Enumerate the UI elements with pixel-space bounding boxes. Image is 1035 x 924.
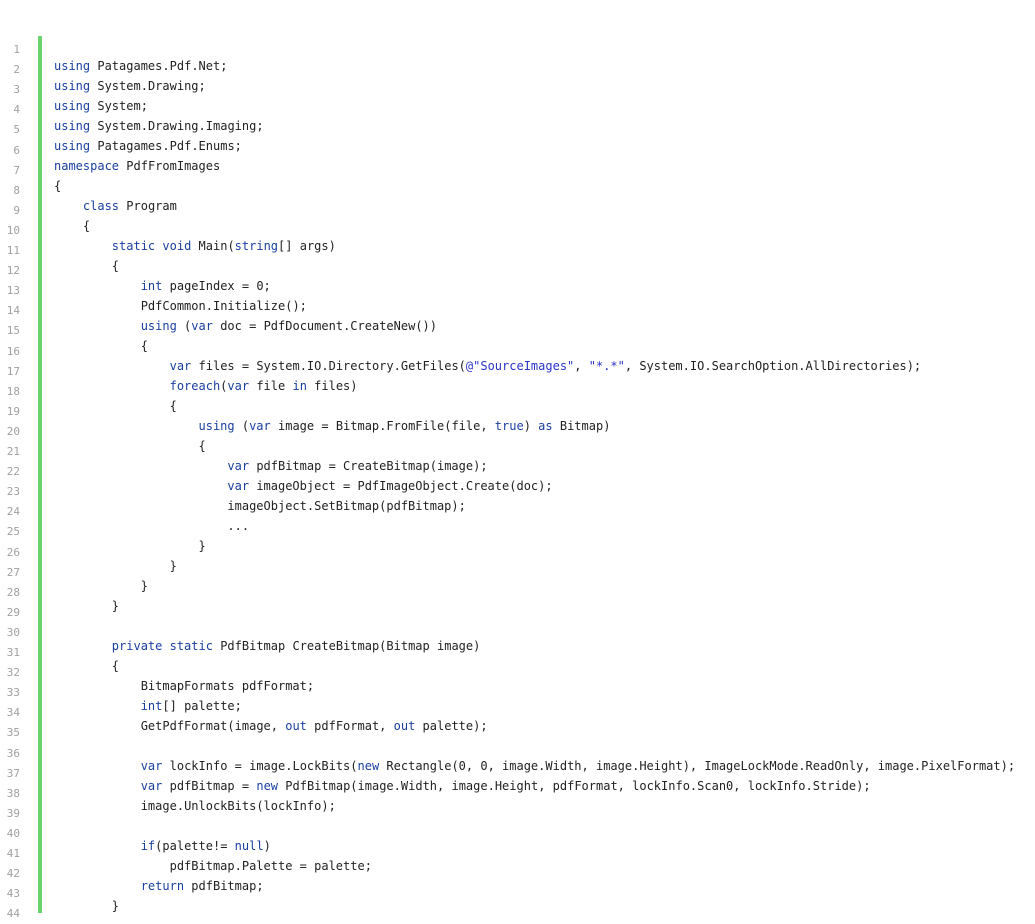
- code-line: var imageObject = PdfImageObject.Create(…: [227, 479, 553, 493]
- line-number: 35: [6, 726, 20, 740]
- code-line: pdfBitmap.Palette = palette;: [169, 859, 372, 873]
- code-line: {: [54, 399, 177, 413]
- line-number: 22: [6, 465, 20, 479]
- code-line: class Program: [82, 199, 177, 213]
- line-number: 12: [6, 264, 20, 278]
- line-number: 32: [6, 666, 20, 680]
- code-line: }: [54, 559, 177, 573]
- code-line: {: [54, 179, 62, 193]
- line-number: 23: [6, 485, 20, 499]
- line-number: 25: [6, 525, 20, 539]
- code-line: var lockInfo = image.LockBits(new Rectan…: [140, 759, 1016, 773]
- code-line: imageObject.SetBitmap(pdfBitmap);: [227, 499, 466, 513]
- code-line: image.UnlockBits(lockInfo);: [140, 799, 336, 813]
- code-line: using Patagames.Pdf.Enums;: [54, 139, 242, 153]
- line-number: 11: [6, 244, 20, 257]
- line-number: 19: [6, 404, 20, 418]
- code-line: int pageIndex = 0;: [140, 279, 271, 293]
- line-number: 5: [13, 123, 20, 137]
- code-line: return pdfBitmap;: [140, 879, 264, 893]
- line-number: 34: [6, 706, 20, 720]
- line-number: 28: [6, 585, 20, 599]
- line-number: 2: [13, 63, 20, 77]
- line-number: 24: [6, 505, 20, 519]
- line-number: 40: [6, 826, 20, 840]
- line-number: 41: [6, 847, 20, 860]
- code-line: GetPdfFormat(image, out pdfFormat, out p…: [140, 719, 488, 733]
- code-line: {: [54, 439, 206, 453]
- code-line: {: [54, 219, 91, 233]
- line-number: 27: [6, 565, 20, 579]
- line-number: 13: [6, 284, 20, 298]
- line-number: 17: [6, 364, 20, 378]
- code-line: var pdfBitmap = new PdfBitmap(image.Widt…: [140, 779, 871, 793]
- line-number: 4: [13, 103, 20, 117]
- line-number: 38: [6, 786, 20, 800]
- code-line: using System.Drawing;: [54, 79, 206, 93]
- line-number: 42: [6, 867, 20, 881]
- code-line: using (var doc = PdfDocument.CreateNew()…: [140, 319, 438, 333]
- code-line: }: [54, 579, 148, 593]
- code-line: }: [54, 539, 206, 553]
- code-line: using Patagames.Pdf.Net;: [54, 59, 228, 73]
- line-number: 20: [6, 424, 20, 438]
- line-number: 30: [6, 625, 20, 639]
- code-line: BitmapFormats pdfFormat;: [140, 679, 315, 693]
- line-number: 44: [6, 907, 20, 921]
- line-number: 14: [6, 304, 20, 318]
- line-number: 37: [6, 766, 20, 780]
- gutter-accent-bar: [38, 36, 42, 913]
- line-number: 29: [6, 605, 20, 619]
- line-number: 15: [6, 324, 20, 338]
- line-number: 1: [13, 43, 20, 56]
- line-number: 18: [6, 384, 20, 398]
- line-number: 16: [6, 344, 20, 358]
- code-line: var files = System.IO.Directory.GetFiles…: [169, 359, 922, 373]
- code-line: }: [54, 899, 120, 913]
- line-number: 31: [6, 646, 20, 659]
- code-line: if(palette!= null): [140, 839, 271, 853]
- code-line: using (var image = Bitmap.FromFile(file,…: [198, 419, 611, 433]
- line-number: 39: [6, 806, 20, 820]
- code-line: private static PdfBitmap CreateBitmap(Bi…: [111, 639, 481, 653]
- code-line: using System;: [54, 99, 148, 113]
- line-number: 9: [13, 203, 20, 217]
- line-number: 21: [6, 445, 20, 458]
- code-line: ...: [54, 519, 250, 533]
- code-line: PdfCommon.Initialize();: [140, 299, 307, 313]
- line-number: 10: [6, 223, 20, 237]
- code-line: static void Main(string[] args): [111, 239, 336, 253]
- code-line: {: [54, 659, 120, 673]
- code-line: using System.Drawing.Imaging;: [54, 119, 264, 133]
- code-line: var pdfBitmap = CreateBitmap(image);: [227, 459, 488, 473]
- code-line: foreach(var file in files): [169, 379, 358, 393]
- line-number: 43: [6, 887, 20, 901]
- code-line: {: [54, 259, 120, 273]
- line-number: 26: [6, 545, 20, 559]
- line-number: 3: [13, 83, 20, 97]
- code-line: }: [54, 599, 120, 613]
- code-line: {: [54, 339, 148, 353]
- line-number: 33: [6, 686, 20, 700]
- line-number: 6: [13, 143, 20, 157]
- code-line: namespace PdfFromImages: [54, 159, 221, 173]
- line-number: 36: [6, 746, 20, 760]
- code-line: int[] palette;: [140, 699, 242, 713]
- line-number: 7: [13, 163, 20, 177]
- line-number: 8: [13, 183, 20, 197]
